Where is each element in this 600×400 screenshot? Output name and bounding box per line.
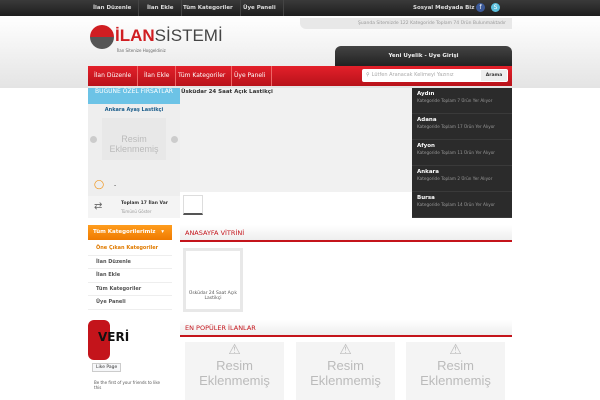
show-all-box[interactable]: ⇄ Toplam 17 İlan Var Tümünü Göster [88,196,180,218]
tagline: İlan Sitenize Hoşgeldiniz [117,48,166,53]
no-image-placeholder: Resim Eklenmemiş [102,118,166,160]
search-button[interactable]: Arama [481,70,507,81]
city-item[interactable]: Ankara Kategoride Toplam 2 Ürün Yer Alıyo… [412,166,512,192]
sidebar-item-featured[interactable]: Öne Çıkan Kategoriler [88,242,172,256]
slider-thumb[interactable] [183,195,203,215]
no-image-placeholder: Resim Eklenmemiş [420,358,491,388]
city-list: Aydın Kategoride Toplam 7 Ürün Yer Alıyor… [412,88,512,218]
deal-price: - [114,182,117,189]
showcase-card[interactable]: Üsküdar 24 Saat Açık Lastikçi [183,248,243,312]
city-item[interactable]: Adana Kategoride Toplam 17 Ürün Yer Alıyo… [412,114,512,140]
logo-icon [90,25,114,49]
city-item[interactable]: Afyon Kategoride Toplam 11 Ürün Yer Alıyo… [412,140,512,166]
chevron-down-icon: ▾ [161,229,164,235]
sidebar-menu: Öne Çıkan Kategoriler İlan Düzenle İlan … [88,242,172,310]
showcase-heading: ANASAYFA VİTRİNİ [180,225,512,242]
deal-item-title[interactable]: Ankara Ayaş Lastikçi [88,107,180,113]
shuffle-icon: ⇄ [94,201,103,212]
no-image-placeholder: Resim Eklenmemiş [199,358,270,388]
all-categories-dropdown[interactable]: Tüm Kategorilerimiz ▾ [88,225,172,240]
popular-card[interactable]: ⚠ Resim Eklenmemiş [185,342,284,400]
nav-ilan-duzenle[interactable]: İlan Düzenle [88,66,139,86]
nav-uye-paneli[interactable]: Üye Paneli [228,66,273,86]
popular-card[interactable]: ⚠ Resim Eklenmemiş [296,342,395,400]
total-listings: Toplam 17 İlan Var [121,201,168,206]
city-item[interactable]: Aydın Kategoride Toplam 7 Ürün Yer Alıyor [412,88,512,114]
member-login-tab[interactable]: Yeni Uyelik - Uye Girişi [335,46,512,66]
search-icon: ⚲ [366,72,370,78]
top-link-tum-kategoriler[interactable]: Tüm Kategoriler [176,0,241,16]
skype-icon[interactable]: S [491,3,500,12]
fb-page-name: VERİ [98,330,130,344]
search-input[interactable]: ⚲ Lütfen Aranacak Kelimeyi Yazınız Arama [362,69,508,82]
slider: Üsküdar 24 Saat Açık Lastikçi [180,88,412,218]
search-placeholder: Lütfen Aranacak Kelimeyi Yazınız [371,72,454,78]
price-tag-icon: ◯ [94,180,105,190]
fb-text: Be the first of your friends to like thi… [94,380,160,390]
city-item[interactable]: Bursa Kategoride Toplam 14 Ürün Yer Alıyo… [412,192,512,218]
logo[interactable]: İLANSİSTEMİ [115,26,223,46]
warning-icon: ⚠ [449,342,462,358]
logo-dark: SİSTEMİ [154,26,223,45]
next-arrow-icon[interactable] [171,136,178,143]
facebook-widget: VERİ Like Page Be the first of your frie… [88,320,172,400]
sidebar-item-ilan-duzenle[interactable]: İlan Düzenle [88,256,172,269]
daily-deals: BUGÜNE ÖZEL FIRSATLAR Ankara Ayaş Lastik… [88,88,180,218]
nav-tum-kategoriler[interactable]: Tüm Kategoriler [172,66,233,86]
show-all-link[interactable]: Tümünü Göster [121,209,152,214]
site-stats: Şuanda Sitemizde 122 Kategoride Toplam 7… [300,18,512,29]
showcase-image [186,251,240,289]
slider-thumbs [180,192,412,218]
social-label: Sosyal Medyada Biz [413,5,475,11]
logo-red: İLAN [115,26,155,45]
deals-title: BUGÜNE ÖZEL FIRSATLAR [88,88,180,104]
warning-icon: ⚠ [339,342,352,358]
popular-card[interactable]: ⚠ Resim Eklenmemiş [406,342,505,400]
sidebar-item-tum-kategoriler[interactable]: Tüm Kategoriler [88,283,172,296]
sidebar-item-ilan-ekle[interactable]: İlan Ekle [88,269,172,283]
top-link-ilan-duzenle[interactable]: İlan Düzenle [86,0,140,16]
warning-icon: ⚠ [228,342,241,358]
categories-title: Tüm Kategorilerimiz [93,229,156,235]
facebook-icon[interactable]: f [476,3,485,12]
popular-heading: EN POPÜLER İLANLAR [180,320,512,337]
nav-ilan-ekle[interactable]: İlan Ekle [138,66,177,86]
slider-title[interactable]: Üsküdar 24 Saat Açık Lastikçi [180,88,412,96]
showcase-title: Üsküdar 24 Saat Açık Lastikçi [186,289,240,309]
no-image-placeholder: Resim Eklenmemiş [310,358,381,388]
top-link-uye-paneli[interactable]: Üye Paneli [236,0,284,16]
prev-arrow-icon[interactable] [90,136,97,143]
sidebar-item-uye-paneli[interactable]: Üye Paneli [88,296,172,310]
top-bar: İlan Düzenle İlan Ekle Tüm Kategoriler Ü… [0,0,600,16]
fb-like-button[interactable]: Like Page [92,363,122,372]
